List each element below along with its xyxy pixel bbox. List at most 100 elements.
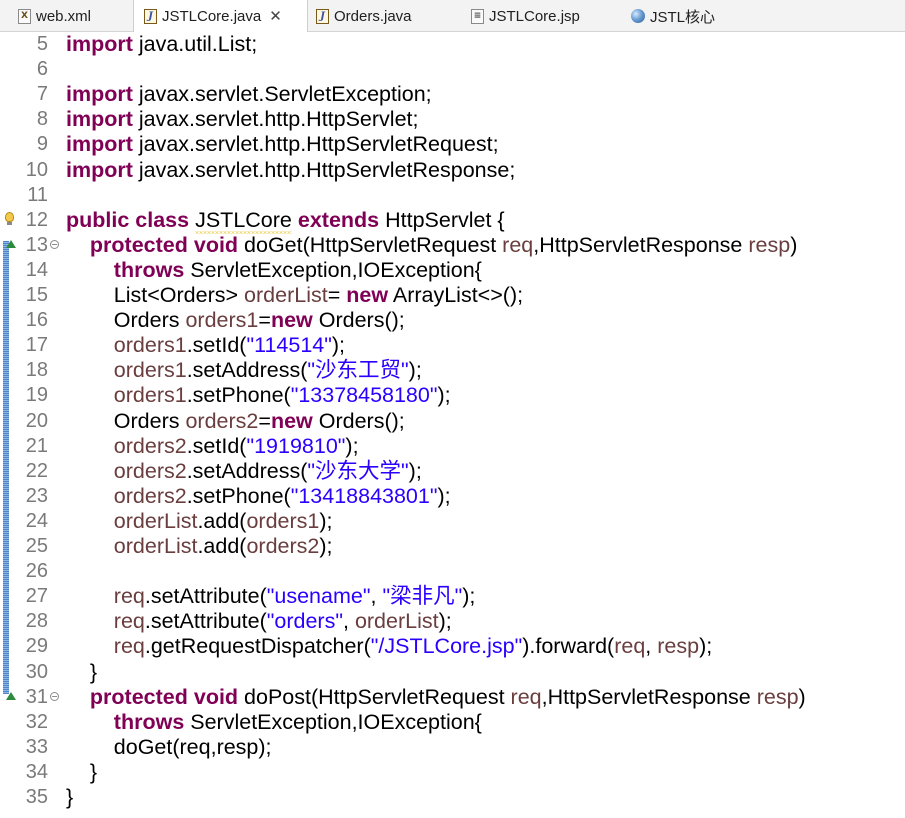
keyword-token: class bbox=[135, 207, 190, 232]
code-line[interactable]: 28 req.setAttribute("orders", orderList)… bbox=[0, 609, 905, 634]
string-token: "沙东大学" bbox=[307, 458, 409, 483]
code-token: .setAttribute( bbox=[144, 609, 267, 634]
code-line[interactable]: 13− protected void doGet(HttpServletRequ… bbox=[0, 233, 905, 258]
tab-web-xml[interactable]: X web.xml bbox=[0, 0, 133, 32]
code-line[interactable]: 24 orderList.add(orders1); bbox=[0, 509, 905, 534]
code-line[interactable]: 35} bbox=[0, 785, 905, 810]
variable-token: orders1 bbox=[113, 383, 187, 408]
variable-token: orders2 bbox=[185, 408, 259, 433]
code-text: List<Orders> orderList= new ArrayList<>(… bbox=[66, 283, 523, 308]
code-line[interactable]: 12 public class JSTLCore extends HttpServ… bbox=[0, 207, 905, 233]
fold-toggle-icon[interactable]: − bbox=[50, 691, 59, 701]
keyword-token: public bbox=[66, 207, 130, 232]
code-line[interactable]: 18 orders1.setAddress("沙东工贸"); bbox=[0, 358, 905, 383]
line-number: 29 bbox=[25, 635, 48, 658]
code-line[interactable]: 14 throws ServletException,IOException{ bbox=[0, 258, 905, 283]
code-text: } bbox=[66, 660, 97, 685]
code-token: ); bbox=[437, 483, 451, 508]
code-token: = bbox=[258, 308, 271, 333]
code-token: ) bbox=[798, 684, 806, 709]
line-number: 33 bbox=[25, 735, 48, 758]
tab-jstlcore-java[interactable]: J JSTLCore.java ✕ bbox=[133, 0, 308, 32]
code-text: throws ServletException,IOException{ bbox=[66, 710, 482, 735]
code-line[interactable]: 29 req.getRequestDispatcher("/JSTLCore.j… bbox=[0, 634, 905, 659]
line-number: 25 bbox=[25, 535, 48, 557]
code-line[interactable]: 10 import javax.servlet.http.HttpServletR… bbox=[0, 158, 905, 183]
tab-label: Orders.java bbox=[334, 7, 412, 25]
code-line[interactable]: 22 orders2.setAddress("沙东大学"); bbox=[0, 459, 905, 484]
code-line[interactable]: 7 import javax.servlet.ServletException; bbox=[0, 82, 905, 107]
code-line[interactable]: 17 orders1.setId("114514"); bbox=[0, 333, 905, 358]
code-token: java.util.List; bbox=[132, 32, 258, 56]
code-token: = bbox=[258, 408, 271, 433]
keyword-token: import bbox=[66, 132, 133, 157]
code-token: ); bbox=[699, 634, 713, 659]
variable-token: resp bbox=[748, 232, 791, 257]
fold-toggle-icon[interactable]: − bbox=[50, 239, 59, 249]
code-line[interactable]: 32 throws ServletException,IOException{ bbox=[0, 710, 905, 735]
string-token: "1919810" bbox=[246, 433, 346, 458]
tab-jstlcore-jsp[interactable]: ≡ JSTLCore.jsp bbox=[463, 0, 623, 32]
tab-orders-java[interactable]: J Orders.java bbox=[308, 0, 463, 32]
jsp-file-icon: ≡ bbox=[471, 8, 484, 24]
keyword-token: import bbox=[66, 82, 133, 107]
line-number: 14 bbox=[25, 258, 48, 281]
override-triangle-icon[interactable] bbox=[6, 239, 16, 248]
code-token: Orders(); bbox=[312, 408, 405, 433]
code-line[interactable]: 23 orders2.setPhone("13418843801"); bbox=[0, 484, 905, 509]
code-line[interactable]: 33 doGet(req,resp); bbox=[0, 735, 905, 760]
code-token: .setId( bbox=[186, 433, 247, 458]
keyword-token: new bbox=[270, 408, 313, 433]
code-line[interactable]: 11 bbox=[0, 183, 905, 208]
variable-token: orders2 bbox=[113, 433, 187, 458]
code-line[interactable]: 6 bbox=[0, 57, 905, 82]
code-line[interactable]: 8 import javax.servlet.http.HttpServlet; bbox=[0, 107, 905, 132]
tab-jstl-browser[interactable]: JSTL核心 bbox=[623, 0, 773, 32]
code-token: ); bbox=[462, 584, 476, 609]
line-number: 34 bbox=[25, 760, 48, 783]
code-line[interactable]: 5 import java.util.List; bbox=[0, 32, 905, 57]
code-editor[interactable]: 5 import java.util.List; 6 7 import javax.se… bbox=[0, 32, 905, 818]
code-line[interactable]: 21 orders2.setId("1919810"); bbox=[0, 434, 905, 459]
string-token: "114514" bbox=[246, 333, 332, 358]
code-token: ArrayList<>(); bbox=[388, 283, 524, 307]
code-line[interactable]: 16 Orders orders1=new Orders(); bbox=[0, 308, 905, 333]
code-token: JSTLCore bbox=[195, 207, 292, 232]
string-token: "梁非凡" bbox=[382, 584, 463, 609]
code-line[interactable]: 25 orderList.add(orders2); bbox=[0, 534, 905, 559]
code-line[interactable]: 27 req.setAttribute("usename", "梁非凡"); bbox=[0, 584, 905, 609]
code-text: orders2.setPhone("13418843801"); bbox=[66, 484, 451, 509]
tab-label: JSTLCore.jsp bbox=[489, 7, 580, 25]
code-line[interactable]: 31− protected void doPost(HttpServletReq… bbox=[0, 685, 905, 710]
code-text: orders2.setAddress("沙东大学"); bbox=[66, 459, 422, 484]
code-text: } bbox=[66, 760, 97, 785]
keyword-token: protected bbox=[89, 684, 188, 709]
variable-token: orderList bbox=[113, 534, 198, 558]
close-icon[interactable]: ✕ bbox=[269, 7, 282, 25]
code-token: doPost(HttpServletRequest bbox=[238, 684, 511, 709]
line-number: 9 bbox=[36, 133, 48, 156]
code-token: .getRequestDispatcher( bbox=[144, 634, 371, 659]
browser-globe-icon bbox=[631, 9, 645, 23]
line-number: 22 bbox=[25, 459, 48, 482]
keyword-token: void bbox=[193, 684, 239, 709]
code-token: ); bbox=[408, 358, 422, 383]
code-line[interactable]: 9 import javax.servlet.http.HttpServletRe… bbox=[0, 132, 905, 157]
override-triangle-icon[interactable] bbox=[6, 691, 16, 700]
code-line[interactable]: 34 } bbox=[0, 760, 905, 785]
code-line[interactable]: 20 Orders orders2=new Orders(); bbox=[0, 409, 905, 434]
code-line[interactable]: 30 } bbox=[0, 660, 905, 685]
code-text: orderList.add(orders2); bbox=[66, 534, 333, 559]
line-number: 15 bbox=[25, 284, 48, 306]
variable-token: orders2 bbox=[113, 483, 187, 508]
line-number: 28 bbox=[25, 610, 48, 633]
code-token: , bbox=[342, 609, 355, 634]
warning-lightbulb-icon[interactable] bbox=[4, 211, 16, 226]
code-line[interactable]: 26 bbox=[0, 559, 905, 584]
code-token: ); bbox=[438, 609, 452, 634]
code-line[interactable]: 15 List<Orders> orderList= new ArrayList… bbox=[0, 283, 905, 308]
code-line[interactable]: 19 orders1.setPhone("13378458180"); bbox=[0, 383, 905, 408]
